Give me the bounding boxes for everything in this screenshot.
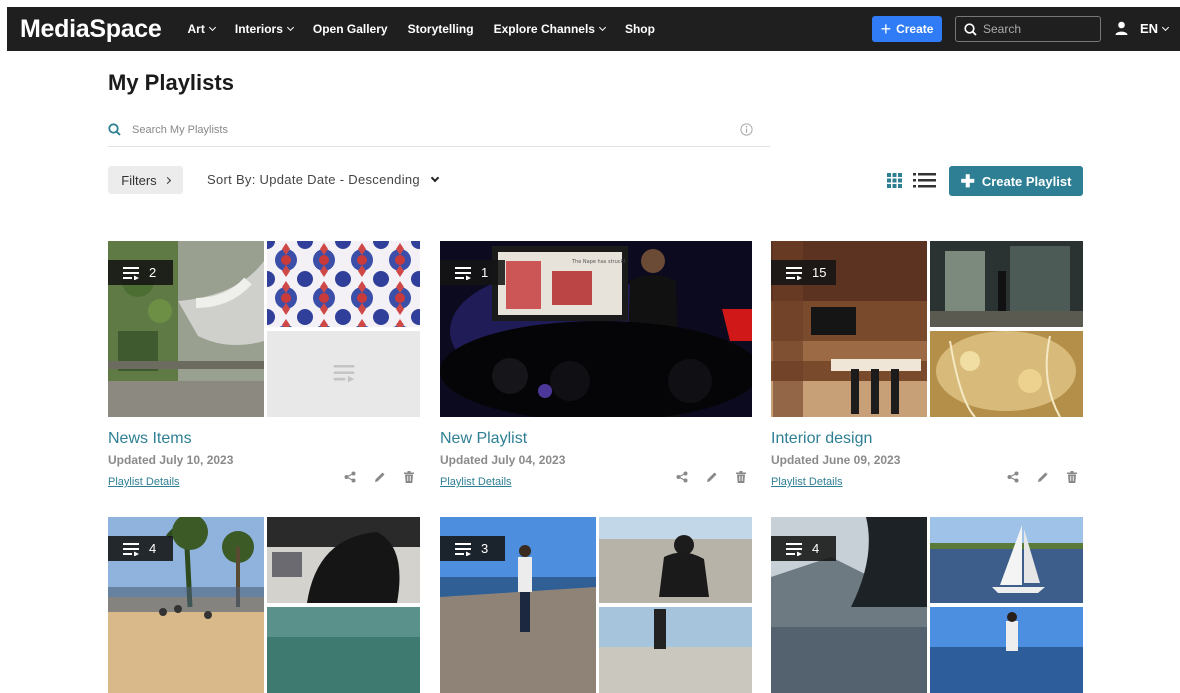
thumbnail-horse-image[interactable] xyxy=(267,517,420,603)
sort-dropdown[interactable]: Sort By: Update Date - Descending xyxy=(207,172,440,187)
mediaspace-logo[interactable]: MediaSpace xyxy=(20,15,162,44)
create-button[interactable]: + Create xyxy=(872,16,942,42)
thumbnail-chandelier-image[interactable] xyxy=(930,331,1083,417)
playlist-search-input[interactable] xyxy=(132,123,712,136)
user-icon[interactable] xyxy=(1115,21,1128,35)
nav-item-explore-channels[interactable]: Explore Channels xyxy=(494,22,607,36)
playlist-thumbnails[interactable]: 3 xyxy=(440,517,752,693)
playlist-placeholder-icon xyxy=(333,365,354,383)
playlist-title[interactable]: News Items xyxy=(108,430,420,448)
chevron-down-icon xyxy=(208,23,216,32)
item-count-badge: 15 xyxy=(771,260,836,285)
playlist-thumbnails[interactable]: 2 xyxy=(108,241,420,417)
grid-view-icon[interactable] xyxy=(887,173,902,188)
item-count-badge: 3 xyxy=(440,536,505,561)
share-icon[interactable] xyxy=(344,471,356,483)
playlist-details-link[interactable]: Playlist Details xyxy=(108,476,180,488)
plus-icon: ✚ xyxy=(960,171,975,191)
thumbnail-sailboat-image[interactable] xyxy=(930,517,1083,603)
playlist-card: 4 xyxy=(771,517,1083,693)
playlist-updated-date: Updated June 09, 2023 xyxy=(771,453,901,467)
playlist-icon xyxy=(786,542,802,556)
playlist-card: The Nape has struck! 1 New Playlist Upda… xyxy=(440,241,752,490)
playlist-thumbnails[interactable]: 4 xyxy=(771,517,1083,693)
thumbnail-water-image[interactable] xyxy=(267,607,420,693)
create-playlist-button[interactable]: ✚ Create Playlist xyxy=(949,166,1083,196)
delete-icon[interactable] xyxy=(1067,471,1077,483)
playlist-card: 4 xyxy=(108,517,420,693)
nav-item-open-gallery[interactable]: Open Gallery xyxy=(313,22,388,36)
nav-item-interiors[interactable]: Interiors xyxy=(235,22,294,36)
playlist-updated-date: Updated July 04, 2023 xyxy=(440,453,566,467)
global-search[interactable] xyxy=(955,16,1101,42)
thumbnail-skatepark-image[interactable] xyxy=(599,607,752,693)
item-count-badge: 1 xyxy=(440,260,505,285)
nav-item-shop[interactable]: Shop xyxy=(625,22,655,36)
plus-icon: + xyxy=(880,19,892,39)
item-count-badge: 4 xyxy=(108,536,173,561)
delete-icon[interactable] xyxy=(404,471,414,483)
playlist-thumbnails[interactable]: 15 xyxy=(771,241,1083,417)
info-icon[interactable] xyxy=(740,123,753,136)
item-count-badge: 4 xyxy=(771,536,836,561)
playlist-title[interactable]: Interior design xyxy=(771,430,1083,448)
search-icon xyxy=(108,123,121,136)
playlist-icon xyxy=(123,542,139,556)
edit-icon[interactable] xyxy=(1037,471,1049,483)
playlist-icon xyxy=(455,266,471,280)
nav-item-storytelling[interactable]: Storytelling xyxy=(408,22,474,36)
thumbnail-pier-man-image[interactable] xyxy=(930,607,1083,693)
list-view-icon[interactable] xyxy=(913,173,936,188)
chevron-down-icon xyxy=(286,23,294,32)
playlist-title[interactable]: New Playlist xyxy=(440,430,752,448)
playlist-card: 15 Interior design Updated June 09, 2023… xyxy=(771,241,1083,490)
top-navigation-bar: MediaSpace Art Interiors Open Gallery St… xyxy=(7,7,1180,51)
slide-caption-text: The Nape has struck! xyxy=(571,259,625,265)
filters-button[interactable]: Filters xyxy=(108,166,183,194)
playlist-card: 3 xyxy=(440,517,752,693)
delete-icon[interactable] xyxy=(736,471,746,483)
chevron-down-icon xyxy=(598,23,607,32)
global-search-input[interactable] xyxy=(983,22,1083,36)
playlist-card: 2 News Items Updated July 10, 2023 Playl… xyxy=(108,241,420,490)
playlist-icon xyxy=(455,542,471,556)
playlist-actions xyxy=(326,471,414,483)
chevron-down-icon xyxy=(430,173,440,182)
playlist-icon xyxy=(786,266,802,280)
chevron-down-icon xyxy=(1162,23,1170,31)
thumbnail-skateboarder-image[interactable] xyxy=(599,517,752,603)
chevron-right-icon xyxy=(163,176,171,184)
thumbnail-tiles-image[interactable] xyxy=(267,241,420,327)
edit-icon[interactable] xyxy=(706,471,718,483)
playlist-search[interactable] xyxy=(108,113,770,147)
item-count-badge: 2 xyxy=(108,260,173,285)
playlist-details-link[interactable]: Playlist Details xyxy=(440,476,512,488)
playlist-updated-date: Updated July 10, 2023 xyxy=(108,453,234,467)
language-selector[interactable]: EN xyxy=(1140,21,1170,36)
main-nav: Art Interiors Open Gallery Storytelling … xyxy=(188,22,675,36)
thumbnail-glass-door-image[interactable] xyxy=(930,241,1083,327)
playlist-actions xyxy=(989,471,1077,483)
playlist-details-link[interactable]: Playlist Details xyxy=(771,476,843,488)
edit-icon[interactable] xyxy=(374,471,386,483)
playlist-thumbnails[interactable]: 4 xyxy=(108,517,420,693)
search-icon xyxy=(964,22,977,36)
nav-item-art[interactable]: Art xyxy=(188,22,216,36)
share-icon[interactable] xyxy=(1007,471,1019,483)
share-icon[interactable] xyxy=(676,471,688,483)
playlist-icon xyxy=(123,266,139,280)
thumbnail-placeholder xyxy=(267,331,420,417)
page-title: My Playlists xyxy=(108,70,234,95)
playlist-thumbnails[interactable]: The Nape has struck! 1 xyxy=(440,241,752,417)
playlist-actions xyxy=(658,471,746,483)
